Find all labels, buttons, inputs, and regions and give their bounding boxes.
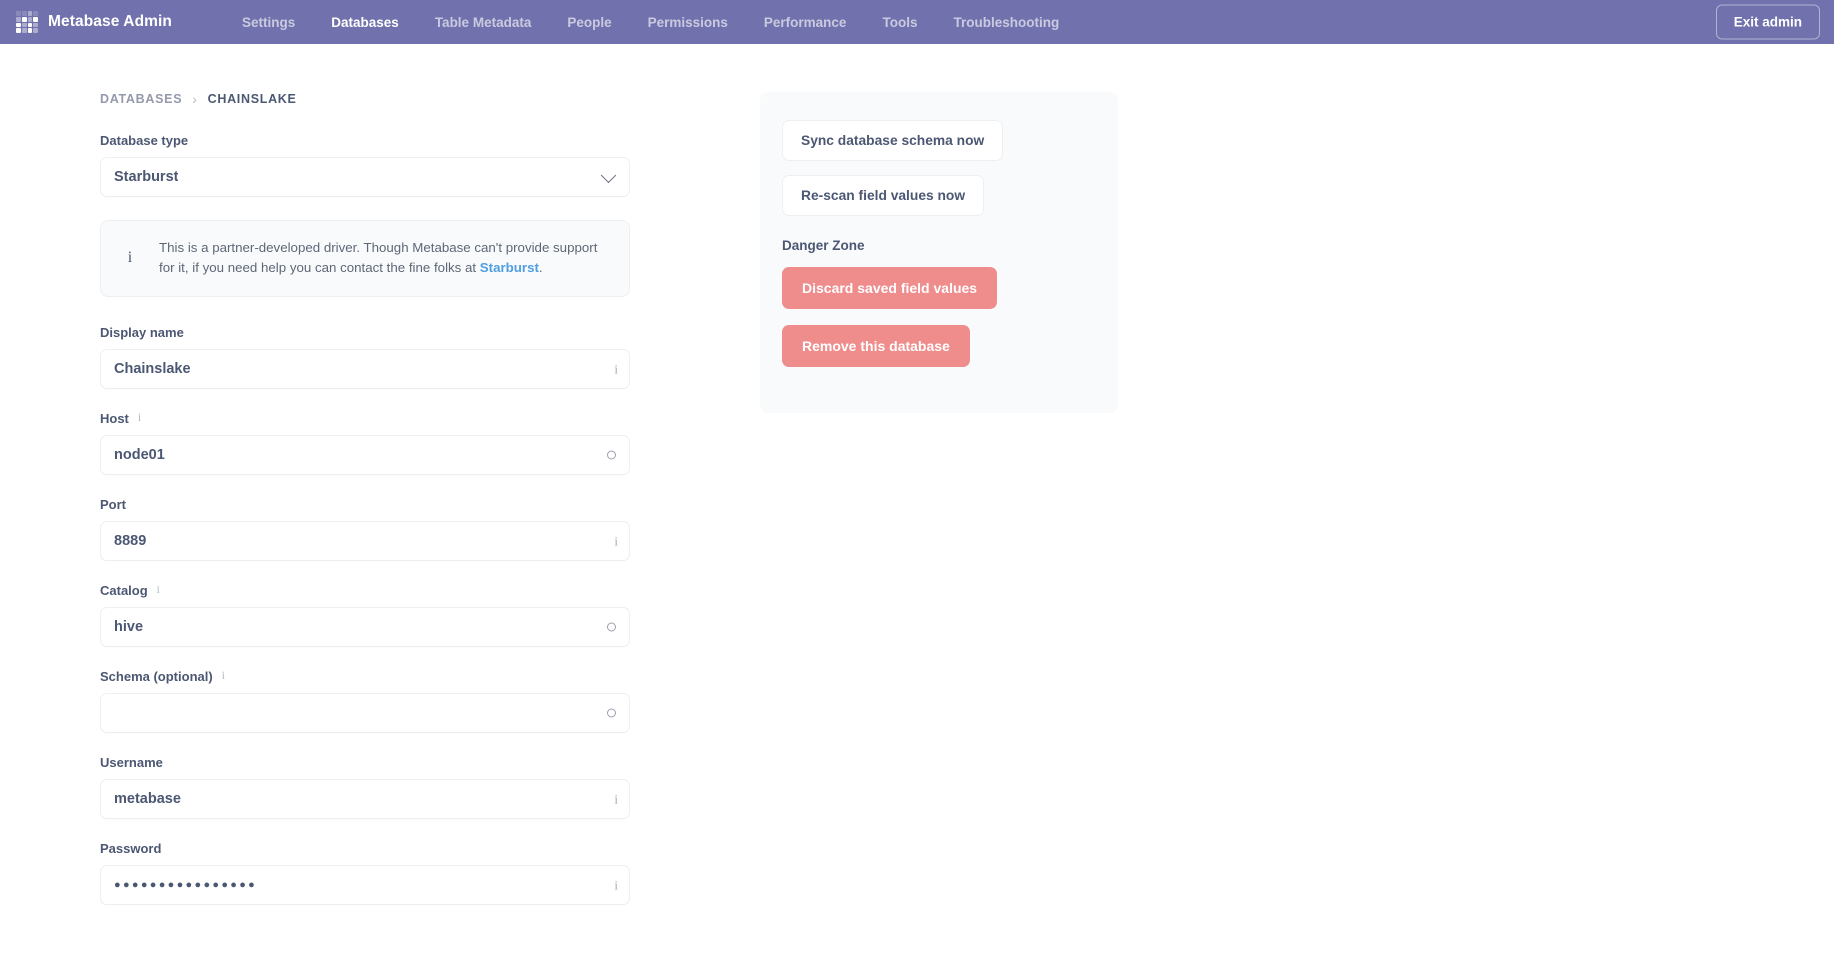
info-icon[interactable]: i — [138, 412, 141, 425]
database-type-label: Database type — [100, 133, 630, 148]
catalog-value: hive — [114, 619, 144, 635]
host-label-text: Host — [100, 411, 129, 426]
brand-home-link[interactable]: Metabase Admin — [8, 11, 182, 33]
info-icon[interactable]: i — [157, 584, 160, 597]
display-name-value: Chainslake — [114, 361, 191, 377]
nav-item-performance[interactable]: Performance — [746, 9, 865, 36]
display-name-input[interactable]: Chainslake i — [100, 349, 630, 389]
nav-item-permissions[interactable]: Permissions — [630, 9, 746, 36]
field-schema: Schema (optional) i — [100, 669, 630, 733]
nav-item-tools[interactable]: Tools — [864, 9, 935, 36]
username-label-text: Username — [100, 755, 163, 770]
chevron-down-icon[interactable] — [600, 167, 617, 184]
port-label: Port — [100, 497, 630, 512]
info-icon[interactable]: i — [614, 535, 618, 548]
display-name-label: Display name — [100, 325, 630, 340]
nav-item-table-metadata[interactable]: Table Metadata — [417, 9, 550, 36]
info-icon[interactable]: i — [614, 363, 618, 376]
database-type-select[interactable]: Starburst — [100, 157, 630, 197]
display-name-label-text: Display name — [100, 325, 184, 340]
admin-navbar: Metabase Admin Settings Databases Table … — [0, 0, 1834, 44]
info-icon[interactable]: i — [222, 670, 225, 683]
callout-text-after-link: . — [538, 260, 543, 275]
partner-driver-callout-text: This is a partner-developed driver. Thou… — [159, 238, 607, 278]
database-form-column: DATABASES › CHAINSLAKE Database type Sta… — [100, 92, 630, 927]
password-label-text: Password — [100, 841, 162, 856]
host-input[interactable]: node01 — [100, 435, 630, 475]
host-value: node01 — [114, 447, 165, 463]
breadcrumb: DATABASES › CHAINSLAKE — [100, 92, 630, 106]
page-body: DATABASES › CHAINSLAKE Database type Sta… — [0, 44, 1834, 927]
catalog-label-text: Catalog — [100, 583, 148, 598]
port-label-text: Port — [100, 497, 126, 512]
partner-driver-callout: i This is a partner-developed driver. Th… — [100, 220, 630, 297]
database-type-value: Starburst — [114, 169, 179, 185]
username-label: Username — [100, 755, 630, 770]
username-value: metabase — [114, 791, 181, 807]
database-actions-card: Sync database schema now Re-scan field v… — [760, 92, 1118, 413]
field-port: Port 8889 i — [100, 497, 630, 561]
exit-admin-button[interactable]: Exit admin — [1715, 4, 1820, 40]
port-input[interactable]: 8889 i — [100, 521, 630, 561]
database-type-label-text: Database type — [100, 133, 189, 148]
catalog-input[interactable]: hive — [100, 607, 630, 647]
breadcrumb-databases-link[interactable]: DATABASES — [100, 92, 182, 106]
password-value: ●●●●●●●●●●●●●●●● — [114, 879, 258, 891]
info-icon[interactable]: i — [614, 793, 618, 806]
field-database-type: Database type Starburst — [100, 133, 630, 197]
remove-this-database-button[interactable]: Remove this database — [782, 325, 970, 367]
host-label: Host i — [100, 411, 630, 426]
metabase-dots-logo-icon — [16, 11, 38, 33]
catalog-label: Catalog i — [100, 583, 630, 598]
username-input[interactable]: metabase i — [100, 779, 630, 819]
circle-icon[interactable] — [607, 622, 616, 632]
chevron-right-icon: › — [192, 91, 198, 107]
circle-icon[interactable] — [607, 708, 616, 718]
field-catalog: Catalog i hive — [100, 583, 630, 647]
info-icon: i — [127, 249, 133, 266]
danger-zone-title: Danger Zone — [782, 238, 865, 253]
password-input[interactable]: ●●●●●●●●●●●●●●●● i — [100, 865, 630, 905]
circle-icon[interactable] — [607, 450, 616, 460]
field-host: Host i node01 — [100, 411, 630, 475]
sync-database-schema-button[interactable]: Sync database schema now — [782, 120, 1004, 161]
password-label: Password — [100, 841, 630, 856]
schema-label-text: Schema (optional) — [100, 669, 213, 684]
content-wrapper: DATABASES › CHAINSLAKE Database type Sta… — [0, 92, 1834, 927]
field-display-name: Display name Chainslake i — [100, 325, 630, 389]
rescan-field-values-button[interactable]: Re-scan field values now — [782, 175, 985, 216]
breadcrumb-current: CHAINSLAKE — [207, 92, 297, 106]
database-actions-column: Sync database schema now Re-scan field v… — [760, 92, 1118, 413]
nav-item-people[interactable]: People — [549, 9, 629, 36]
field-password: Password ●●●●●●●●●●●●●●●● i — [100, 841, 630, 905]
nav-item-settings[interactable]: Settings — [224, 9, 313, 36]
info-icon[interactable]: i — [614, 879, 618, 892]
discard-saved-field-values-button[interactable]: Discard saved field values — [782, 267, 998, 309]
port-value: 8889 — [114, 533, 147, 549]
nav-item-databases[interactable]: Databases — [313, 9, 417, 36]
nav-item-troubleshooting[interactable]: Troubleshooting — [935, 9, 1077, 36]
admin-nav-links: Settings Databases Table Metadata People… — [224, 9, 1077, 36]
starburst-link[interactable]: Starburst — [480, 260, 539, 275]
brand-title: Metabase Admin — [48, 13, 172, 30]
schema-input[interactable] — [100, 693, 630, 733]
schema-label: Schema (optional) i — [100, 669, 630, 684]
field-username: Username metabase i — [100, 755, 630, 819]
